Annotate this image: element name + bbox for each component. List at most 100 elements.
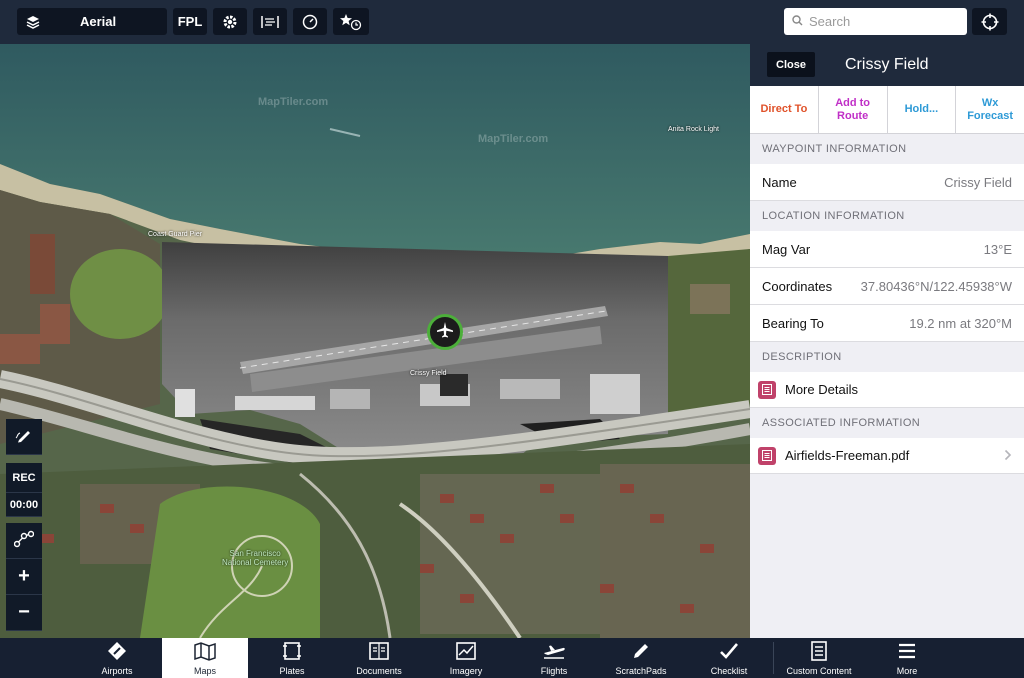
tab-flights[interactable]: Flights: [511, 638, 597, 678]
record-button[interactable]: REC: [6, 463, 42, 493]
tab-imagery-label: Imagery: [449, 666, 483, 676]
panel-header: Close Crissy Field: [750, 44, 1024, 86]
fpl-label: FPL: [177, 14, 203, 29]
tab-airports[interactable]: Airports: [74, 638, 160, 678]
tab-flights-label: Flights: [540, 666, 568, 676]
airplane-icon: [542, 641, 566, 666]
tab-airports-label: Airports: [101, 666, 133, 676]
menu-icon: [897, 641, 917, 666]
top-toolbar: Aerial FPL: [0, 0, 1024, 44]
star-clock-icon: [340, 13, 362, 31]
coordinates-row: Coordinates 37.80436°N/122.45938°W: [750, 268, 1024, 305]
map-label-coast-guard-pier: Coast Guard Pier: [148, 231, 203, 238]
gear-icon: [222, 14, 238, 30]
associated-document-label: Airfields-Freeman.pdf: [785, 448, 910, 463]
mag-var-label: Mag Var: [762, 241, 811, 257]
tab-custom-content-label: Custom Content: [786, 666, 852, 676]
ownship-marker[interactable]: [427, 314, 463, 350]
document-icon: [758, 380, 776, 399]
tab-scratchpads-label: ScratchPads: [615, 666, 667, 676]
zoom-in-label: +: [18, 565, 30, 587]
wx-forecast-button[interactable]: Wx Forecast: [956, 86, 1024, 133]
close-button[interactable]: Close: [767, 52, 815, 77]
map-layer-selector[interactable]: Aerial: [17, 8, 167, 35]
section-header-associated: ASSOCIATED INFORMATION: [762, 417, 921, 429]
map-imagery: [0, 44, 750, 638]
direct-to-label: Direct To: [760, 103, 808, 115]
aerial-map[interactable]: MapTiler.com MapTiler.com Anita Rock Lig…: [0, 44, 750, 638]
more-details-row[interactable]: More Details: [750, 372, 1024, 408]
tab-maps-label: Maps: [193, 666, 216, 676]
wind-button[interactable]: [253, 8, 287, 35]
plates-icon: [283, 641, 301, 666]
chevron-right-icon: [1004, 449, 1012, 464]
document-icon: [758, 446, 776, 465]
wind-icon: [260, 14, 280, 30]
record-timer: 00:00: [6, 493, 42, 517]
tab-documents-label: Documents: [356, 666, 402, 676]
crosshair-icon: [981, 13, 999, 31]
map-layer-label: Aerial: [80, 14, 117, 29]
map-label-crissy-field: Crissy Field: [410, 370, 447, 377]
airport-diamond-icon: [107, 641, 127, 666]
tab-more-label: More: [896, 666, 918, 676]
panel-title: Crissy Field: [845, 56, 929, 73]
section-header-description: DESCRIPTION: [762, 351, 842, 363]
hold-button[interactable]: Hold...: [888, 86, 957, 133]
tab-custom-content[interactable]: Custom Content: [776, 638, 862, 678]
tab-imagery[interactable]: Imagery: [423, 638, 509, 678]
tab-divider: [773, 642, 774, 674]
tab-maps[interactable]: Maps: [162, 638, 248, 678]
cemetery-line1: San Francisco: [229, 549, 281, 558]
name-row: Name Crissy Field: [750, 164, 1024, 201]
wx-forecast-label: Wx Forecast: [967, 96, 1014, 122]
favorites-recents-button[interactable]: [333, 8, 369, 35]
hold-label: Hold...: [904, 103, 939, 115]
direct-to-button[interactable]: Direct To: [750, 86, 819, 133]
timer-button[interactable]: [293, 8, 327, 35]
panel-actions: Direct To Add to Route Hold... Wx Foreca…: [750, 86, 1024, 134]
search-field[interactable]: [784, 8, 967, 35]
fpl-button[interactable]: FPL: [173, 8, 207, 35]
close-label: Close: [776, 58, 806, 71]
airplane-icon: [436, 321, 454, 344]
record-timer-label: 00:00: [9, 498, 39, 511]
add-to-route-button[interactable]: Add to Route: [819, 86, 888, 133]
route-nodes-icon: [13, 530, 35, 551]
tab-plates-label: Plates: [279, 666, 305, 676]
cemetery-line2: National Cemetery: [222, 558, 289, 567]
record-label: REC: [12, 471, 36, 484]
more-details-label: More Details: [785, 382, 858, 397]
timer-icon: [302, 14, 318, 30]
tab-scratchpads[interactable]: ScratchPads: [598, 638, 684, 678]
bottom-tab-bar: Airports Maps Plates Documents Imagery F…: [0, 638, 1024, 678]
checkmark-icon: [719, 641, 739, 666]
zoom-in-button[interactable]: +: [6, 559, 42, 595]
coordinates-label: Coordinates: [762, 278, 833, 294]
tab-documents[interactable]: Documents: [336, 638, 422, 678]
coordinates-value: 37.80436°N/122.45938°W: [860, 278, 1012, 294]
map-side-toolbar: REC 00:00 + −: [6, 419, 42, 631]
section-header-waypoint: WAYPOINT INFORMATION: [762, 143, 907, 155]
tab-checklist[interactable]: Checklist: [686, 638, 772, 678]
tab-more[interactable]: More: [864, 638, 950, 678]
bearing-value: 19.2 nm at 320°M: [909, 315, 1012, 331]
name-value: Crissy Field: [944, 174, 1012, 190]
map-watermark: MapTiler.com: [478, 133, 549, 145]
zoom-out-button[interactable]: −: [6, 595, 42, 631]
pencil-icon: [15, 426, 33, 447]
tab-plates[interactable]: Plates: [249, 638, 335, 678]
documents-icon: [368, 641, 390, 666]
mag-var-value: 13°E: [983, 241, 1012, 257]
route-tool-button[interactable]: [6, 523, 42, 559]
settings-button[interactable]: [213, 8, 247, 35]
draw-button[interactable]: [6, 419, 42, 455]
search-icon: [792, 13, 803, 31]
center-location-button[interactable]: [972, 8, 1007, 35]
zoom-out-label: −: [18, 601, 30, 623]
custom-content-icon: [810, 641, 828, 666]
associated-document-row[interactable]: Airfields-Freeman.pdf: [750, 438, 1024, 474]
search-input[interactable]: [809, 14, 959, 29]
layers-icon: [26, 15, 40, 29]
add-to-route-label: Add to Route: [835, 96, 871, 122]
